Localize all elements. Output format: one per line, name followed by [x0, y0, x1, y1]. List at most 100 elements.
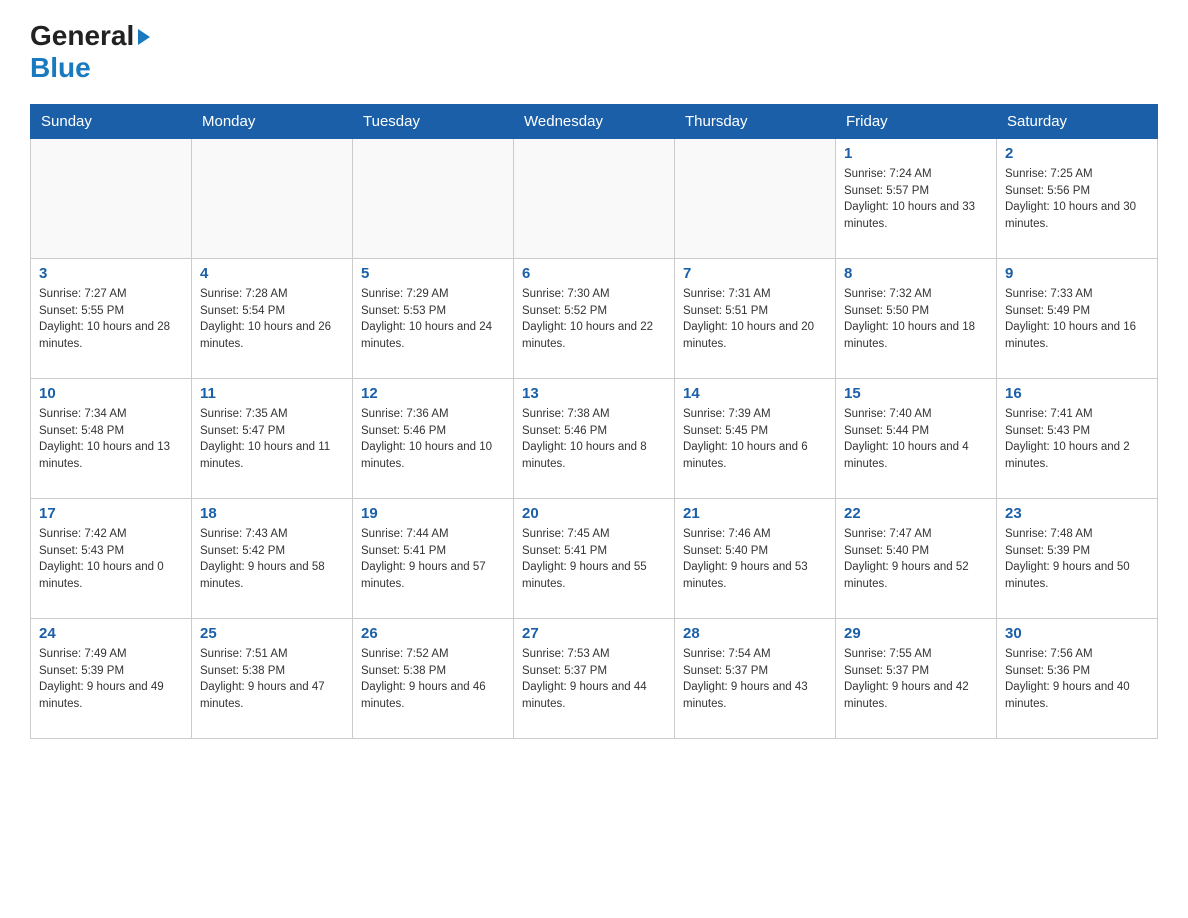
day-info: Sunrise: 7:45 AM Sunset: 5:41 PM Dayligh… — [522, 526, 666, 593]
day-number: 20 — [522, 505, 666, 522]
column-header-sunday: Sunday — [31, 105, 192, 139]
day-number: 14 — [683, 385, 827, 402]
column-header-thursday: Thursday — [675, 105, 836, 139]
day-info: Sunrise: 7:43 AM Sunset: 5:42 PM Dayligh… — [200, 526, 344, 593]
day-info: Sunrise: 7:49 AM Sunset: 5:39 PM Dayligh… — [39, 646, 183, 713]
column-header-wednesday: Wednesday — [514, 105, 675, 139]
day-info: Sunrise: 7:41 AM Sunset: 5:43 PM Dayligh… — [1005, 406, 1149, 473]
day-number: 16 — [1005, 385, 1149, 402]
day-number: 9 — [1005, 265, 1149, 282]
calendar-cell: 25 Sunrise: 7:51 AM Sunset: 5:38 PM Dayli… — [192, 619, 353, 739]
column-header-saturday: Saturday — [997, 105, 1158, 139]
day-number: 1 — [844, 145, 988, 162]
logo: General Blue — [30, 20, 150, 84]
day-info: Sunrise: 7:47 AM Sunset: 5:40 PM Dayligh… — [844, 526, 988, 593]
calendar-cell: 18Sunrise: 7:43 AM Sunset: 5:42 PM Dayli… — [192, 499, 353, 619]
calendar-cell: 12Sunrise: 7:36 AM Sunset: 5:46 PM Dayli… — [353, 379, 514, 499]
day-number: 4 — [200, 265, 344, 282]
day-info: Sunrise: 7:30 AM Sunset: 5:52 PM Dayligh… — [522, 286, 666, 353]
calendar-cell: 23 Sunrise: 7:48 AM Sunset: 5:39 PM Dayli… — [997, 499, 1158, 619]
calendar-cell: 6Sunrise: 7:30 AM Sunset: 5:52 PM Daylig… — [514, 259, 675, 379]
calendar-header-row: SundayMondayTuesdayWednesdayThursdayFrid… — [31, 105, 1158, 139]
calendar-cell: 2Sunrise: 7:25 AM Sunset: 5:56 PM Daylig… — [997, 139, 1158, 259]
day-number: 13 — [522, 385, 666, 402]
day-info: Sunrise: 7:40 AM Sunset: 5:44 PM Dayligh… — [844, 406, 988, 473]
calendar-week-row: 24 Sunrise: 7:49 AM Sunset: 5:39 PM Dayli… — [31, 619, 1158, 739]
logo-blue-text: Blue — [30, 52, 91, 84]
day-info: Sunrise: 7:39 AM Sunset: 5:45 PM Dayligh… — [683, 406, 827, 473]
day-info: Sunrise: 7:31 AM Sunset: 5:51 PM Dayligh… — [683, 286, 827, 353]
day-info: Sunrise: 7:27 AM Sunset: 5:55 PM Dayligh… — [39, 286, 183, 353]
day-info: Sunrise: 7:54 AM Sunset: 5:37 PM Dayligh… — [683, 646, 827, 713]
day-info: Sunrise: 7:32 AM Sunset: 5:50 PM Dayligh… — [844, 286, 988, 353]
day-info: Sunrise: 7:38 AM Sunset: 5:46 PM Dayligh… — [522, 406, 666, 473]
day-number: 30 — [1005, 625, 1149, 642]
calendar-week-row: 17Sunrise: 7:42 AM Sunset: 5:43 PM Dayli… — [31, 499, 1158, 619]
calendar-cell: 11 Sunrise: 7:35 AM Sunset: 5:47 PM Dayli… — [192, 379, 353, 499]
day-info: Sunrise: 7:44 AM Sunset: 5:41 PM Dayligh… — [361, 526, 505, 593]
calendar-cell — [192, 139, 353, 259]
day-number: 15 — [844, 385, 988, 402]
day-number: 28 — [683, 625, 827, 642]
calendar-cell: 8 Sunrise: 7:32 AM Sunset: 5:50 PM Daylig… — [836, 259, 997, 379]
calendar-cell: 7 Sunrise: 7:31 AM Sunset: 5:51 PM Daylig… — [675, 259, 836, 379]
calendar-cell: 15 Sunrise: 7:40 AM Sunset: 5:44 PM Dayli… — [836, 379, 997, 499]
calendar-cell: 16 Sunrise: 7:41 AM Sunset: 5:43 PM Dayli… — [997, 379, 1158, 499]
day-info: Sunrise: 7:55 AM Sunset: 5:37 PM Dayligh… — [844, 646, 988, 713]
day-number: 29 — [844, 625, 988, 642]
day-number: 26 — [361, 625, 505, 642]
day-info: Sunrise: 7:52 AM Sunset: 5:38 PM Dayligh… — [361, 646, 505, 713]
calendar-cell: 17Sunrise: 7:42 AM Sunset: 5:43 PM Dayli… — [31, 499, 192, 619]
calendar-cell: 20 Sunrise: 7:45 AM Sunset: 5:41 PM Dayli… — [514, 499, 675, 619]
calendar-cell: 30 Sunrise: 7:56 AM Sunset: 5:36 PM Dayli… — [997, 619, 1158, 739]
day-number: 24 — [39, 625, 183, 642]
logo-arrow-icon — [138, 29, 150, 45]
calendar-cell: 1 Sunrise: 7:24 AM Sunset: 5:57 PM Daylig… — [836, 139, 997, 259]
calendar-table: SundayMondayTuesdayWednesdayThursdayFrid… — [30, 104, 1158, 739]
day-number: 11 — [200, 385, 344, 402]
calendar-cell — [353, 139, 514, 259]
calendar-cell: 14 Sunrise: 7:39 AM Sunset: 5:45 PM Dayli… — [675, 379, 836, 499]
day-info: Sunrise: 7:46 AM Sunset: 5:40 PM Dayligh… — [683, 526, 827, 593]
calendar-cell — [31, 139, 192, 259]
calendar-cell: 26 Sunrise: 7:52 AM Sunset: 5:38 PM Dayli… — [353, 619, 514, 739]
calendar-cell: 28 Sunrise: 7:54 AM Sunset: 5:37 PM Dayli… — [675, 619, 836, 739]
day-info: Sunrise: 7:29 AM Sunset: 5:53 PM Dayligh… — [361, 286, 505, 353]
day-number: 23 — [1005, 505, 1149, 522]
day-number: 8 — [844, 265, 988, 282]
day-info: Sunrise: 7:36 AM Sunset: 5:46 PM Dayligh… — [361, 406, 505, 473]
calendar-cell — [675, 139, 836, 259]
day-number: 25 — [200, 625, 344, 642]
day-info: Sunrise: 7:25 AM Sunset: 5:56 PM Dayligh… — [1005, 166, 1149, 233]
day-number: 17 — [39, 505, 183, 522]
column-header-friday: Friday — [836, 105, 997, 139]
day-number: 19 — [361, 505, 505, 522]
column-header-tuesday: Tuesday — [353, 105, 514, 139]
day-info: Sunrise: 7:56 AM Sunset: 5:36 PM Dayligh… — [1005, 646, 1149, 713]
calendar-cell: 21Sunrise: 7:46 AM Sunset: 5:40 PM Dayli… — [675, 499, 836, 619]
day-info: Sunrise: 7:48 AM Sunset: 5:39 PM Dayligh… — [1005, 526, 1149, 593]
day-number: 22 — [844, 505, 988, 522]
calendar-cell: 29 Sunrise: 7:55 AM Sunset: 5:37 PM Dayli… — [836, 619, 997, 739]
calendar-cell — [514, 139, 675, 259]
day-number: 7 — [683, 265, 827, 282]
calendar-cell: 27Sunrise: 7:53 AM Sunset: 5:37 PM Dayli… — [514, 619, 675, 739]
day-number: 10 — [39, 385, 183, 402]
day-info: Sunrise: 7:35 AM Sunset: 5:47 PM Dayligh… — [200, 406, 344, 473]
calendar-cell: 22 Sunrise: 7:47 AM Sunset: 5:40 PM Dayli… — [836, 499, 997, 619]
calendar-cell: 9Sunrise: 7:33 AM Sunset: 5:49 PM Daylig… — [997, 259, 1158, 379]
day-number: 3 — [39, 265, 183, 282]
calendar-cell: 19 Sunrise: 7:44 AM Sunset: 5:41 PM Dayli… — [353, 499, 514, 619]
day-number: 27 — [522, 625, 666, 642]
day-info: Sunrise: 7:51 AM Sunset: 5:38 PM Dayligh… — [200, 646, 344, 713]
logo-general-text: General — [30, 20, 134, 52]
calendar-cell: 5 Sunrise: 7:29 AM Sunset: 5:53 PM Daylig… — [353, 259, 514, 379]
calendar-cell: 24 Sunrise: 7:49 AM Sunset: 5:39 PM Dayli… — [31, 619, 192, 739]
calendar-week-row: 3 Sunrise: 7:27 AM Sunset: 5:55 PM Daylig… — [31, 259, 1158, 379]
calendar-week-row: 10 Sunrise: 7:34 AM Sunset: 5:48 PM Dayli… — [31, 379, 1158, 499]
day-info: Sunrise: 7:34 AM Sunset: 5:48 PM Dayligh… — [39, 406, 183, 473]
calendar-week-row: 1 Sunrise: 7:24 AM Sunset: 5:57 PM Daylig… — [31, 139, 1158, 259]
column-header-monday: Monday — [192, 105, 353, 139]
day-number: 5 — [361, 265, 505, 282]
day-info: Sunrise: 7:24 AM Sunset: 5:57 PM Dayligh… — [844, 166, 988, 233]
